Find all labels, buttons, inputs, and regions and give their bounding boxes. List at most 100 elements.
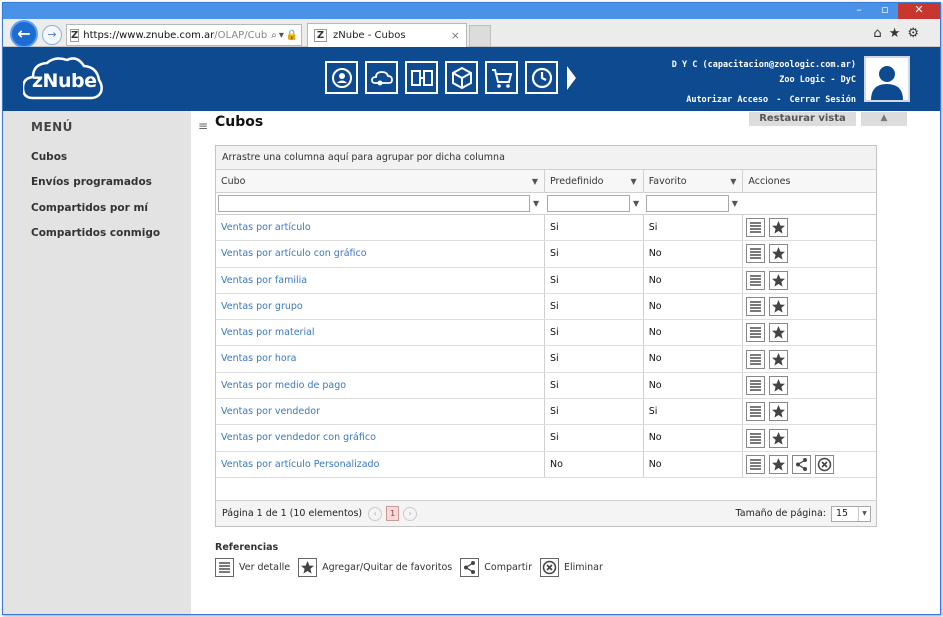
column-label: Favorito: [648, 176, 687, 187]
favorite-button[interactable]: [769, 375, 789, 395]
clock-icon[interactable]: [525, 61, 558, 94]
maximize-button[interactable]: ▫: [872, 3, 898, 19]
filter-icon[interactable]: ▼: [730, 170, 736, 193]
column-header-cubo[interactable]: Cubo ▼: [216, 170, 545, 192]
column-header-predefinido[interactable]: Predefinido ▼: [545, 170, 644, 192]
collapse-button[interactable]: ▲: [861, 112, 907, 126]
hamburger-icon[interactable]: ≡: [198, 119, 208, 133]
favorite-button[interactable]: [769, 402, 789, 422]
sidebar-item-compartidos-por-mi[interactable]: Compartidos por mí: [31, 202, 148, 214]
cell-cubo-link[interactable]: Ventas por hora: [216, 346, 545, 372]
cell-favorito: No: [644, 425, 744, 451]
cell-cubo-link[interactable]: Ventas por artículo: [216, 215, 545, 241]
close-tab-icon[interactable]: ×: [451, 29, 466, 42]
cell-cubo-link[interactable]: Ventas por artículo con gráfico: [216, 241, 545, 267]
view-detail-button[interactable]: [746, 297, 766, 317]
references-legend: Ver detalle Agregar/Quitar de favoritos …: [215, 558, 611, 577]
app-header: zNube D Y C (capacitacion@zoologic.com.a…: [3, 47, 940, 111]
cell-cubo-link[interactable]: Ventas por familia: [216, 267, 545, 293]
cell-cubo-link[interactable]: Ventas por vendedor con gráfico: [216, 425, 545, 451]
view-detail-button[interactable]: [746, 218, 766, 238]
share-button[interactable]: [792, 454, 812, 474]
chevron-right-icon[interactable]: [565, 61, 579, 94]
table-row: Ventas por material Si No: [216, 320, 876, 347]
favorite-button[interactable]: [769, 349, 789, 369]
view-detail-button[interactable]: [746, 323, 766, 343]
filter-options-icon[interactable]: ▼: [533, 195, 539, 212]
znube-logo[interactable]: zNube: [23, 56, 103, 102]
restore-view-button[interactable]: Restaurar vista: [749, 112, 856, 126]
cube-icon[interactable]: [445, 61, 478, 94]
home-icon[interactable]: ⌂: [873, 26, 888, 41]
back-button[interactable]: ←: [10, 20, 38, 48]
favorites-star-icon[interactable]: ★: [889, 26, 908, 41]
cell-acciones: [743, 346, 876, 371]
module-bar: [325, 61, 579, 94]
favorite-button[interactable]: [769, 297, 789, 317]
favorite-button[interactable]: [769, 270, 789, 290]
cell-cubo-link[interactable]: Ventas por vendedor: [216, 399, 545, 425]
table-row: Ventas por artículo con gráfico Si No: [216, 241, 876, 268]
users-cycle-icon[interactable]: [325, 61, 358, 94]
view-detail-button[interactable]: [746, 375, 766, 395]
next-page-icon[interactable]: ›: [403, 506, 418, 521]
filter-options-icon[interactable]: ▼: [732, 195, 738, 212]
new-tab-button[interactable]: [469, 25, 491, 47]
logout-link[interactable]: Cerrar Sesión: [789, 95, 856, 105]
cell-acciones: [743, 215, 876, 240]
favorite-button[interactable]: [769, 428, 789, 448]
filter-icon[interactable]: ▼: [532, 170, 538, 193]
logo-text: zNube: [32, 70, 97, 92]
chevron-down-icon[interactable]: ▼: [858, 506, 870, 521]
delete-icon: [539, 558, 559, 577]
sidebar-item-envios[interactable]: Envíos programados: [31, 176, 152, 188]
view-detail-button[interactable]: [746, 454, 766, 474]
page-number-button[interactable]: 1: [386, 506, 400, 521]
column-header-favorito[interactable]: Favorito ▼: [644, 170, 744, 192]
sidebar-item-compartidos-conmigo[interactable]: Compartidos conmigo: [31, 227, 160, 239]
page-size-select[interactable]: 15 ▼: [831, 505, 871, 522]
cell-cubo-link[interactable]: Ventas por grupo: [216, 293, 545, 320]
delete-button[interactable]: [815, 454, 835, 474]
close-window-button[interactable]: ✕: [898, 3, 940, 19]
favorite-button[interactable]: [769, 323, 789, 343]
sidebar-item-cubos[interactable]: Cubos: [31, 151, 67, 163]
cell-cubo-link[interactable]: Ventas por material: [216, 320, 545, 346]
tables-icon[interactable]: [405, 61, 438, 94]
view-detail-button[interactable]: [746, 244, 766, 264]
url-host: https://www.znube.com.ar: [83, 29, 215, 41]
filter-input-cubo[interactable]: [218, 195, 530, 212]
cloud-gear-icon[interactable]: [365, 61, 398, 94]
authorize-access-link[interactable]: Autorizar Acceso: [686, 95, 768, 105]
filter-input-predefinido[interactable]: [547, 195, 630, 212]
group-panel[interactable]: Arrastre una columna aquí para agrupar p…: [216, 146, 876, 170]
cell-cubo-link[interactable]: Ventas por medio de pago: [216, 372, 545, 399]
table-row: Ventas por familia Si No: [216, 267, 876, 294]
prev-page-icon[interactable]: ‹: [368, 506, 383, 521]
address-icons[interactable]: ⌕▾🔒↻: [271, 30, 301, 41]
list-icon: [215, 558, 234, 577]
tab-favicon: Z: [314, 29, 327, 42]
cell-cubo-link[interactable]: Ventas por artículo Personalizado: [216, 451, 545, 477]
favorite-button[interactable]: [769, 218, 789, 238]
cell-predefinido: Si: [545, 320, 644, 346]
filter-input-favorito[interactable]: [645, 195, 729, 212]
view-detail-button[interactable]: [746, 402, 766, 422]
filter-icon[interactable]: ▼: [631, 170, 637, 193]
browser-tab[interactable]: Z zNube - Cubos ×: [307, 23, 467, 47]
address-bar[interactable]: Z https://www.znube.com.ar/OLAP/Cub ⌕▾🔒↻: [66, 24, 302, 46]
view-detail-button[interactable]: [746, 428, 766, 448]
view-detail-button[interactable]: [746, 270, 766, 290]
favorite-button[interactable]: [769, 244, 789, 264]
cart-icon[interactable]: [485, 61, 518, 94]
view-detail-button[interactable]: [746, 349, 766, 369]
forward-button[interactable]: →: [42, 25, 62, 45]
grid-header: Cubo ▼ Predefinido ▼ Favorito ▼ Acciones: [216, 170, 876, 193]
filter-options-icon[interactable]: ▼: [633, 195, 639, 212]
cell-acciones: [743, 320, 876, 345]
grid-body: Ventas por artículo Si Si Ventas por art…: [216, 215, 876, 478]
avatar[interactable]: [864, 56, 910, 102]
minimize-button[interactable]: –: [846, 3, 872, 19]
settings-gear-icon[interactable]: ⚙: [907, 26, 926, 41]
favorite-button[interactable]: [769, 454, 789, 474]
